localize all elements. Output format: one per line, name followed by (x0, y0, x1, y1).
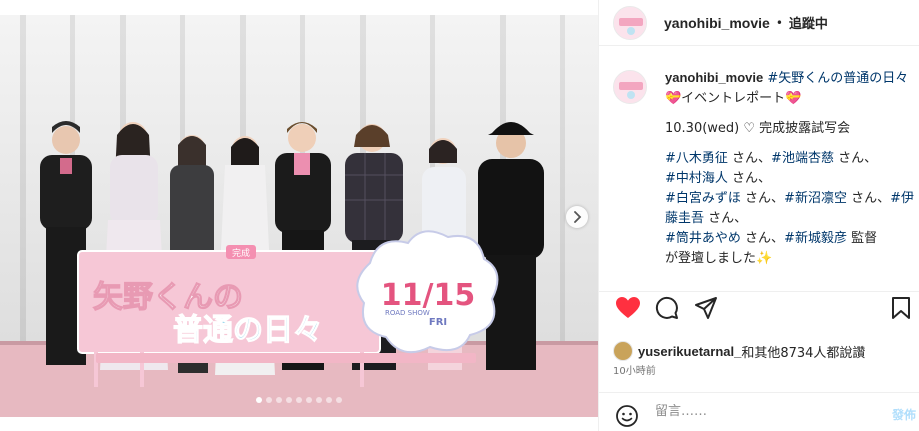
chevron-right-icon (574, 211, 582, 223)
caption-line: 10.30(wed) ♡ 完成披露試写会 (665, 121, 851, 136)
hashtag-link[interactable]: #矢野くんの普通の日々 (767, 71, 908, 86)
event-photo: 完成 矢野くんの 普通の日々 11/15 FRI ROAD SHOW (0, 15, 598, 417)
hashtag-link[interactable]: #新沼凛空 (784, 191, 847, 206)
hashtag-link[interactable]: #筒井あやめ (665, 231, 741, 246)
heart-icon (616, 297, 640, 318)
hashtag-link[interactable]: #白宮みずほ (665, 191, 741, 206)
caption-text-fragment: さん、 (740, 231, 785, 246)
smiley-icon (616, 405, 638, 427)
post-comment-button[interactable]: 發佈 (892, 406, 916, 423)
avatar[interactable] (613, 70, 647, 104)
comment-composer: 發佈 (599, 392, 919, 431)
svg-text:完成: 完成 (232, 247, 250, 259)
following-button[interactable]: 追蹤中 (789, 13, 828, 32)
caption-text-fragment: さん、 (727, 151, 772, 166)
post-username[interactable]: yanohibi_movie (664, 15, 770, 31)
release-date-cloud: 11/15 FRI ROAD SHOW (356, 230, 499, 354)
post-header: yanohibi_movie • 追蹤中 (599, 0, 919, 46)
hashtag-link[interactable]: #新城毅彦 (784, 231, 847, 246)
svg-text:FRI: FRI (429, 317, 447, 328)
caption-text-fragment: 監督 (846, 231, 878, 246)
carousel-dot (266, 397, 272, 403)
caption-area: yanohibi_movie #矢野くんの普通の日々 💝イベントレポート💝 10… (599, 46, 919, 292)
bookmark-icon (892, 297, 910, 319)
caption-text: yanohibi_movie #矢野くんの普通の日々 💝イベントレポート💝 10… (665, 68, 915, 279)
caption-text-fragment: さん、 (833, 151, 878, 166)
profile-logo-icon (614, 6, 646, 39)
paper-plane-icon (695, 297, 717, 319)
comment-input[interactable] (655, 404, 855, 419)
hashtag-link[interactable]: #八木勇征 (665, 151, 728, 166)
comment-button[interactable] (655, 296, 679, 324)
emoji-button[interactable] (615, 404, 639, 431)
caption-text-fragment: さん、 (704, 211, 748, 226)
carousel-dots (256, 397, 342, 403)
svg-text:ROAD SHOW: ROAD SHOW (385, 309, 430, 317)
separator-dot: • (775, 15, 783, 30)
post-timestamp[interactable]: 10小時前 (613, 362, 656, 377)
svg-text:11/15: 11/15 (381, 278, 475, 313)
post-side-panel: yanohibi_movie • 追蹤中 yanohibi_movie #矢野く… (598, 0, 919, 431)
caption-text-fragment: さん、 (727, 171, 772, 186)
caption-text-fragment: が登壇しました✨ (665, 251, 773, 266)
liker-username[interactable]: yuserikuetarnal_ (638, 344, 741, 359)
avatar[interactable] (613, 341, 633, 361)
svg-text:普通の日々: 普通の日々 (173, 313, 323, 348)
caption-text-fragment: さん、 (740, 191, 785, 206)
caption-text-fragment: さん、 (846, 191, 891, 206)
likes-count-text[interactable]: 和其他8734人都說讚 (741, 342, 865, 361)
like-button[interactable] (615, 296, 641, 324)
carousel-dot (296, 397, 302, 403)
comment-bubble-icon (655, 296, 678, 319)
carousel-dot (336, 397, 342, 403)
svg-text:矢野くんの: 矢野くんの (93, 280, 243, 315)
hashtag-link[interactable]: #中村海人 (665, 171, 728, 186)
likes-summary: yuserikuetarnal_ 和其他8734人都說讚 (613, 341, 865, 361)
share-button[interactable] (694, 296, 718, 324)
carousel-dot (316, 397, 322, 403)
carousel-dot (326, 397, 332, 403)
carousel-next-button[interactable] (566, 206, 588, 228)
action-bar (615, 296, 911, 326)
photo-pane: 完成 矢野くんの 普通の日々 11/15 FRI ROAD SHOW (0, 0, 598, 431)
post-photo[interactable]: 完成 矢野くんの 普通の日々 11/15 FRI ROAD SHOW (0, 15, 598, 417)
caption-username[interactable]: yanohibi_movie (665, 70, 763, 85)
carousel-dot (276, 397, 282, 403)
caption-line: 💝イベントレポート💝 (665, 91, 802, 106)
profile-logo-icon (614, 71, 646, 103)
hashtag-link[interactable]: #池端杏慈 (771, 151, 834, 166)
save-button[interactable] (891, 296, 911, 324)
carousel-dot (306, 397, 312, 403)
carousel-dot (286, 397, 292, 403)
carousel-dot (256, 397, 262, 403)
avatar[interactable] (613, 5, 647, 40)
